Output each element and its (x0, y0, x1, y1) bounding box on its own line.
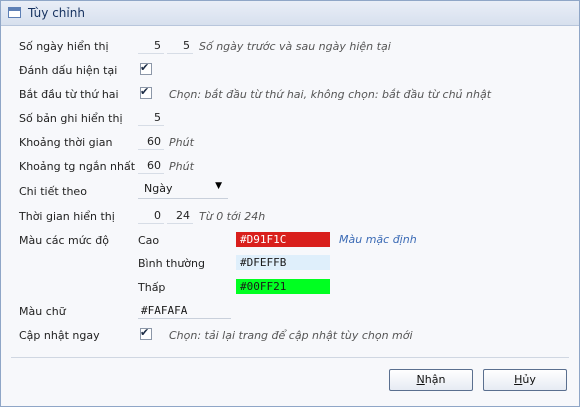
start-monday-checkbox[interactable]: ✔ (140, 85, 152, 99)
check-icon: ✔ (140, 326, 150, 339)
days-shown-hint: Số ngày trước và sau ngày hiện tại (199, 40, 391, 53)
cancel-label-rest: ủy (522, 373, 536, 386)
ok-label-rest: hận (424, 373, 446, 386)
ok-accel: N (416, 373, 425, 386)
start-monday-hint: Chọn: bắt đầu từ thứ hai, không chọn: bắ… (169, 88, 492, 101)
time-range-input[interactable]: 60 (138, 134, 164, 150)
refresh-now-checkbox[interactable]: ✔ (140, 326, 152, 340)
display-time-label: Thời gian hiển thị (19, 210, 115, 223)
records-shown-label: Số bản ghi hiển thị (19, 112, 123, 125)
mark-today-label: Đánh dấu hiện tại (19, 64, 118, 77)
min-range-input[interactable]: 60 (138, 158, 164, 174)
start-monday-label: Bắt đầu từ thứ hai (19, 88, 119, 101)
level-normal-color-field[interactable]: #DFEFFB (236, 255, 330, 270)
days-before-input[interactable]: 5 (138, 38, 164, 54)
dropdown-arrow-icon: ▼ (215, 181, 222, 191)
ok-button[interactable]: Nhận (389, 369, 473, 391)
time-range-label: Khoảng thời gian (19, 136, 113, 149)
detail-by-select[interactable]: Ngày ▼ (138, 181, 228, 199)
footer-divider (11, 357, 569, 358)
level-normal-label: Bình thường (138, 257, 205, 270)
display-time-to-input[interactable]: 24 (167, 208, 193, 224)
level-colors-label: Màu các mức độ (19, 234, 109, 247)
text-color-field[interactable]: #FAFAFA (138, 303, 231, 319)
time-range-unit: Phút (169, 136, 194, 149)
level-low-label: Thấp (138, 281, 166, 294)
display-time-hint: Từ 0 tới 24h (199, 210, 266, 223)
level-low-color-field[interactable]: #00FF21 (236, 279, 330, 294)
check-icon: ✔ (140, 61, 150, 74)
display-time-from-input[interactable]: 0 (138, 208, 164, 224)
min-range-unit: Phút (169, 160, 194, 173)
window-icon (8, 7, 21, 18)
min-range-label: Khoảng tg ngắn nhất (19, 160, 136, 173)
refresh-now-hint: Chọn: tải lại trang để cập nhật tùy chọn… (169, 329, 413, 342)
text-color-label: Màu chữ (19, 305, 66, 318)
records-shown-input[interactable]: 5 (138, 110, 164, 126)
title-bar: Tùy chỉnh (1, 1, 579, 26)
days-shown-label: Số ngày hiển thị (19, 40, 109, 53)
default-colors-link[interactable]: Màu mặc định (339, 233, 417, 246)
dialog-title: Tùy chỉnh (28, 6, 85, 20)
options-dialog: Tùy chỉnh Số ngày hiển thị 5 5 Số ngày t… (0, 0, 580, 407)
mark-today-checkbox[interactable]: ✔ (140, 61, 152, 75)
days-after-input[interactable]: 5 (167, 38, 193, 54)
check-icon: ✔ (140, 85, 150, 98)
detail-by-value: Ngày (144, 182, 173, 195)
refresh-now-label: Cập nhật ngay (19, 329, 100, 342)
level-high-color-field[interactable]: #D91F1C (236, 232, 330, 247)
cancel-button[interactable]: Hủy (483, 369, 567, 391)
detail-by-label: Chi tiết theo (19, 185, 87, 198)
level-high-label: Cao (138, 234, 160, 247)
